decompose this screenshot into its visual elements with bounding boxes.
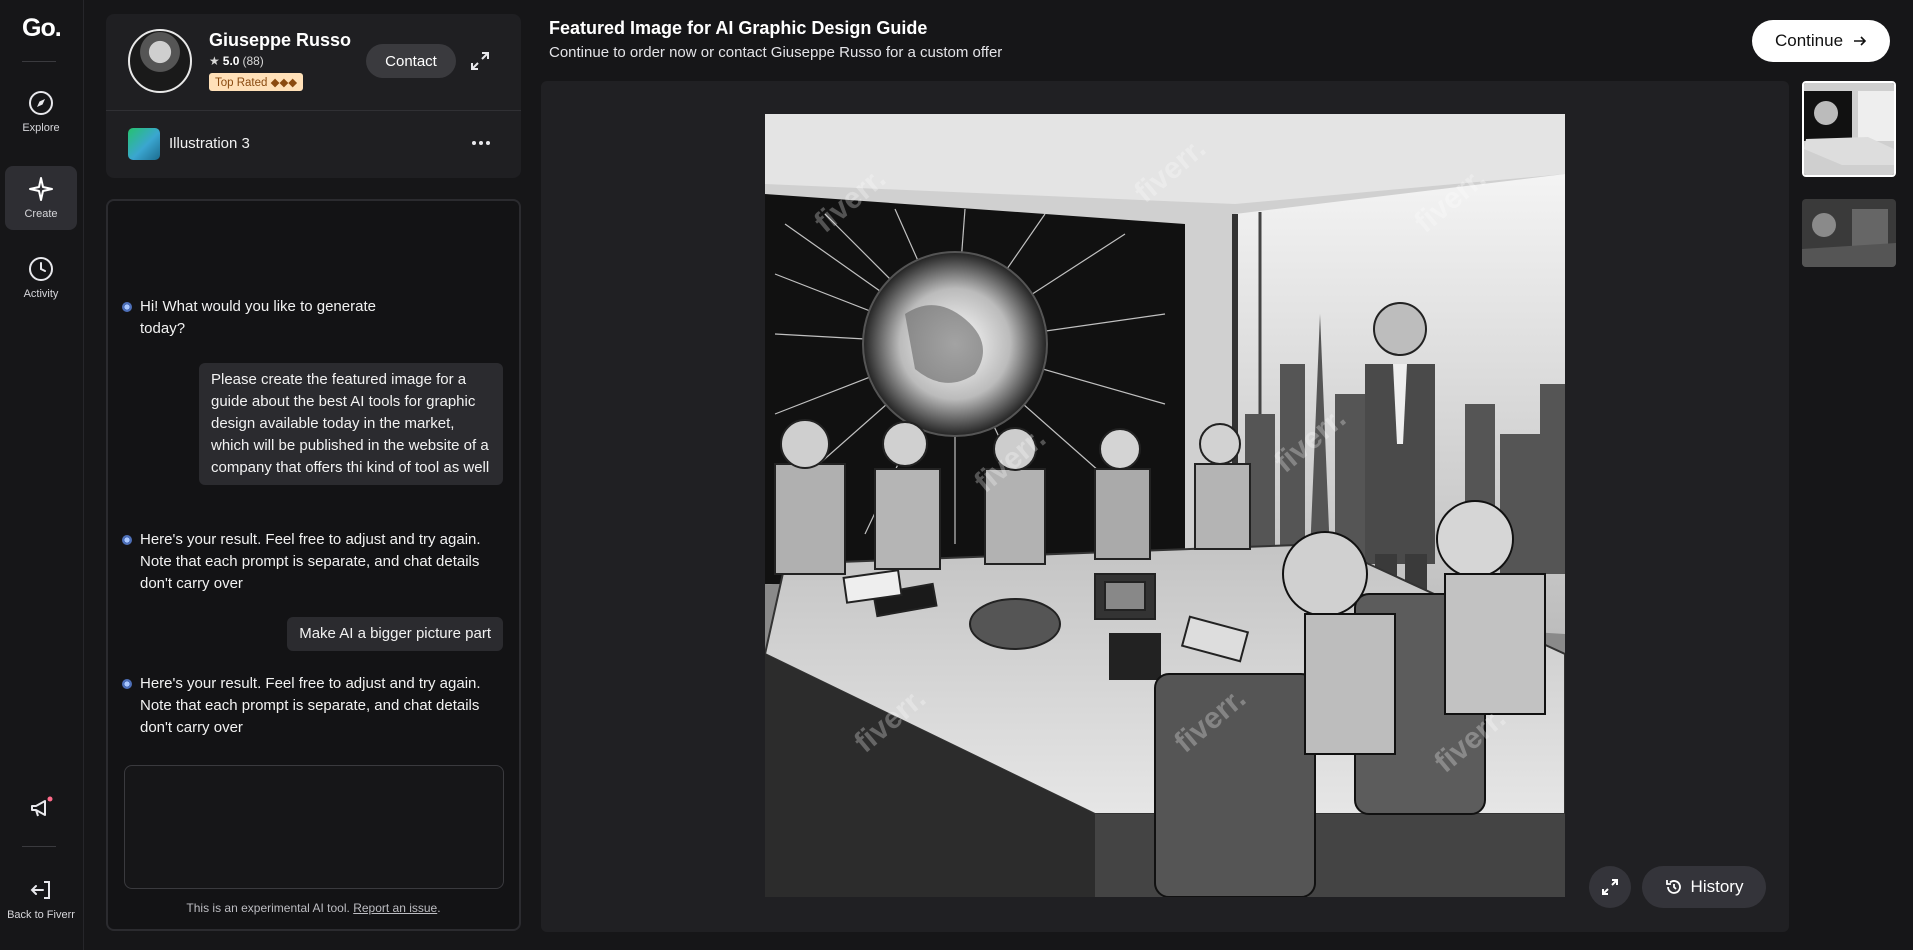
- sparkle-icon: [29, 177, 53, 201]
- top-rated-badge: Top Rated ◆◆◆: [209, 73, 304, 91]
- rail-item-label: Create: [24, 208, 58, 220]
- card-divider: [106, 110, 521, 111]
- image-thumbnail[interactable]: [1802, 199, 1896, 267]
- clock-icon: [29, 257, 53, 281]
- more-options-icon[interactable]: [470, 132, 492, 154]
- user-message: Please create the featured image for a g…: [199, 363, 503, 485]
- contact-button[interactable]: Contact: [366, 44, 456, 78]
- expand-icon: [1602, 879, 1618, 895]
- image-thumbnail[interactable]: [1802, 81, 1896, 177]
- chat-panel: Hi! What would you like to generate toda…: [106, 199, 521, 931]
- back-to-fiverr-button[interactable]: Back to Fiverr: [2, 866, 80, 932]
- disclaimer: This is an experimental AI tool. Report …: [108, 901, 519, 915]
- user-message: Make AI a bigger picture part: [287, 617, 503, 651]
- continue-button[interactable]: Continue: [1752, 20, 1890, 62]
- bot-message: Hi! What would you like to generate toda…: [122, 296, 392, 340]
- gig-label: Illustration 3: [169, 135, 250, 152]
- compass-icon: [29, 91, 53, 115]
- assistant-dot-icon: [122, 535, 132, 545]
- history-button[interactable]: History: [1642, 866, 1766, 908]
- rail-item-label: Explore: [22, 122, 60, 134]
- rating-value: 5.0: [222, 54, 240, 68]
- rail-item-explore[interactable]: Explore: [5, 80, 77, 144]
- rail-item-label: Back to Fiverr: [7, 909, 75, 921]
- generated-image[interactable]: fiverr. fiverr. fiverr. fiverr. fiverr. …: [765, 114, 1565, 897]
- gig-thumbnail-icon: [128, 128, 160, 160]
- seller-rating: ★ 5.0 (88): [209, 54, 264, 68]
- seller-name[interactable]: Giuseppe Russo: [209, 30, 351, 51]
- left-rail: Go. Explore Create Activity Back to Five…: [0, 0, 84, 950]
- history-label: History: [1690, 877, 1744, 896]
- exit-icon: [30, 881, 50, 899]
- message-text: Here's your result. Feel free to adjust …: [140, 531, 481, 592]
- seller-card: Giuseppe Russo ★ 5.0 (88) Top Rated ◆◆◆ …: [106, 14, 521, 178]
- thumbnail-preview: [1804, 83, 1894, 175]
- rail-item-create[interactable]: Create: [5, 166, 77, 230]
- rail-item-label: Activity: [23, 288, 59, 300]
- fiverr-go-logo[interactable]: Go.: [22, 14, 62, 43]
- rail-divider: [22, 61, 56, 62]
- fullscreen-button[interactable]: [1589, 866, 1631, 908]
- expand-icon[interactable]: [469, 50, 491, 72]
- review-count: (88): [242, 54, 264, 68]
- image-viewer: fiverr. fiverr. fiverr. fiverr. fiverr. …: [541, 81, 1789, 932]
- page-title: Featured Image for AI Graphic Design Gui…: [549, 18, 928, 38]
- disclaimer-text: This is an experimental AI tool.: [186, 901, 350, 915]
- assistant-dot-icon: [122, 302, 132, 312]
- megaphone-icon: [31, 796, 53, 817]
- message-text: Hi! What would you like to generate toda…: [140, 298, 376, 337]
- bot-message: Here's your result. Feel free to adjust …: [122, 673, 502, 739]
- thumbnail-preview: [1802, 199, 1896, 267]
- history-icon: [1665, 880, 1681, 894]
- rail-divider: [22, 846, 56, 847]
- assistant-dot-icon: [122, 679, 132, 689]
- bot-message: Here's your result. Feel free to adjust …: [122, 529, 502, 595]
- announcements-button[interactable]: [5, 780, 77, 836]
- continue-label: Continue: [1774, 31, 1844, 50]
- star-icon: ★: [209, 54, 220, 68]
- seller-avatar[interactable]: [128, 29, 192, 93]
- prompt-input[interactable]: [124, 765, 504, 889]
- arrow-right-icon: [1854, 36, 1867, 46]
- page-subtitle: Continue to order now or contact Giusepp…: [549, 44, 1003, 61]
- message-text: Here's your result. Feel free to adjust …: [140, 675, 481, 736]
- disclaimer-end: .: [437, 901, 441, 915]
- rail-item-activity[interactable]: Activity: [5, 246, 77, 310]
- report-issue-link[interactable]: Report an issue: [353, 901, 437, 915]
